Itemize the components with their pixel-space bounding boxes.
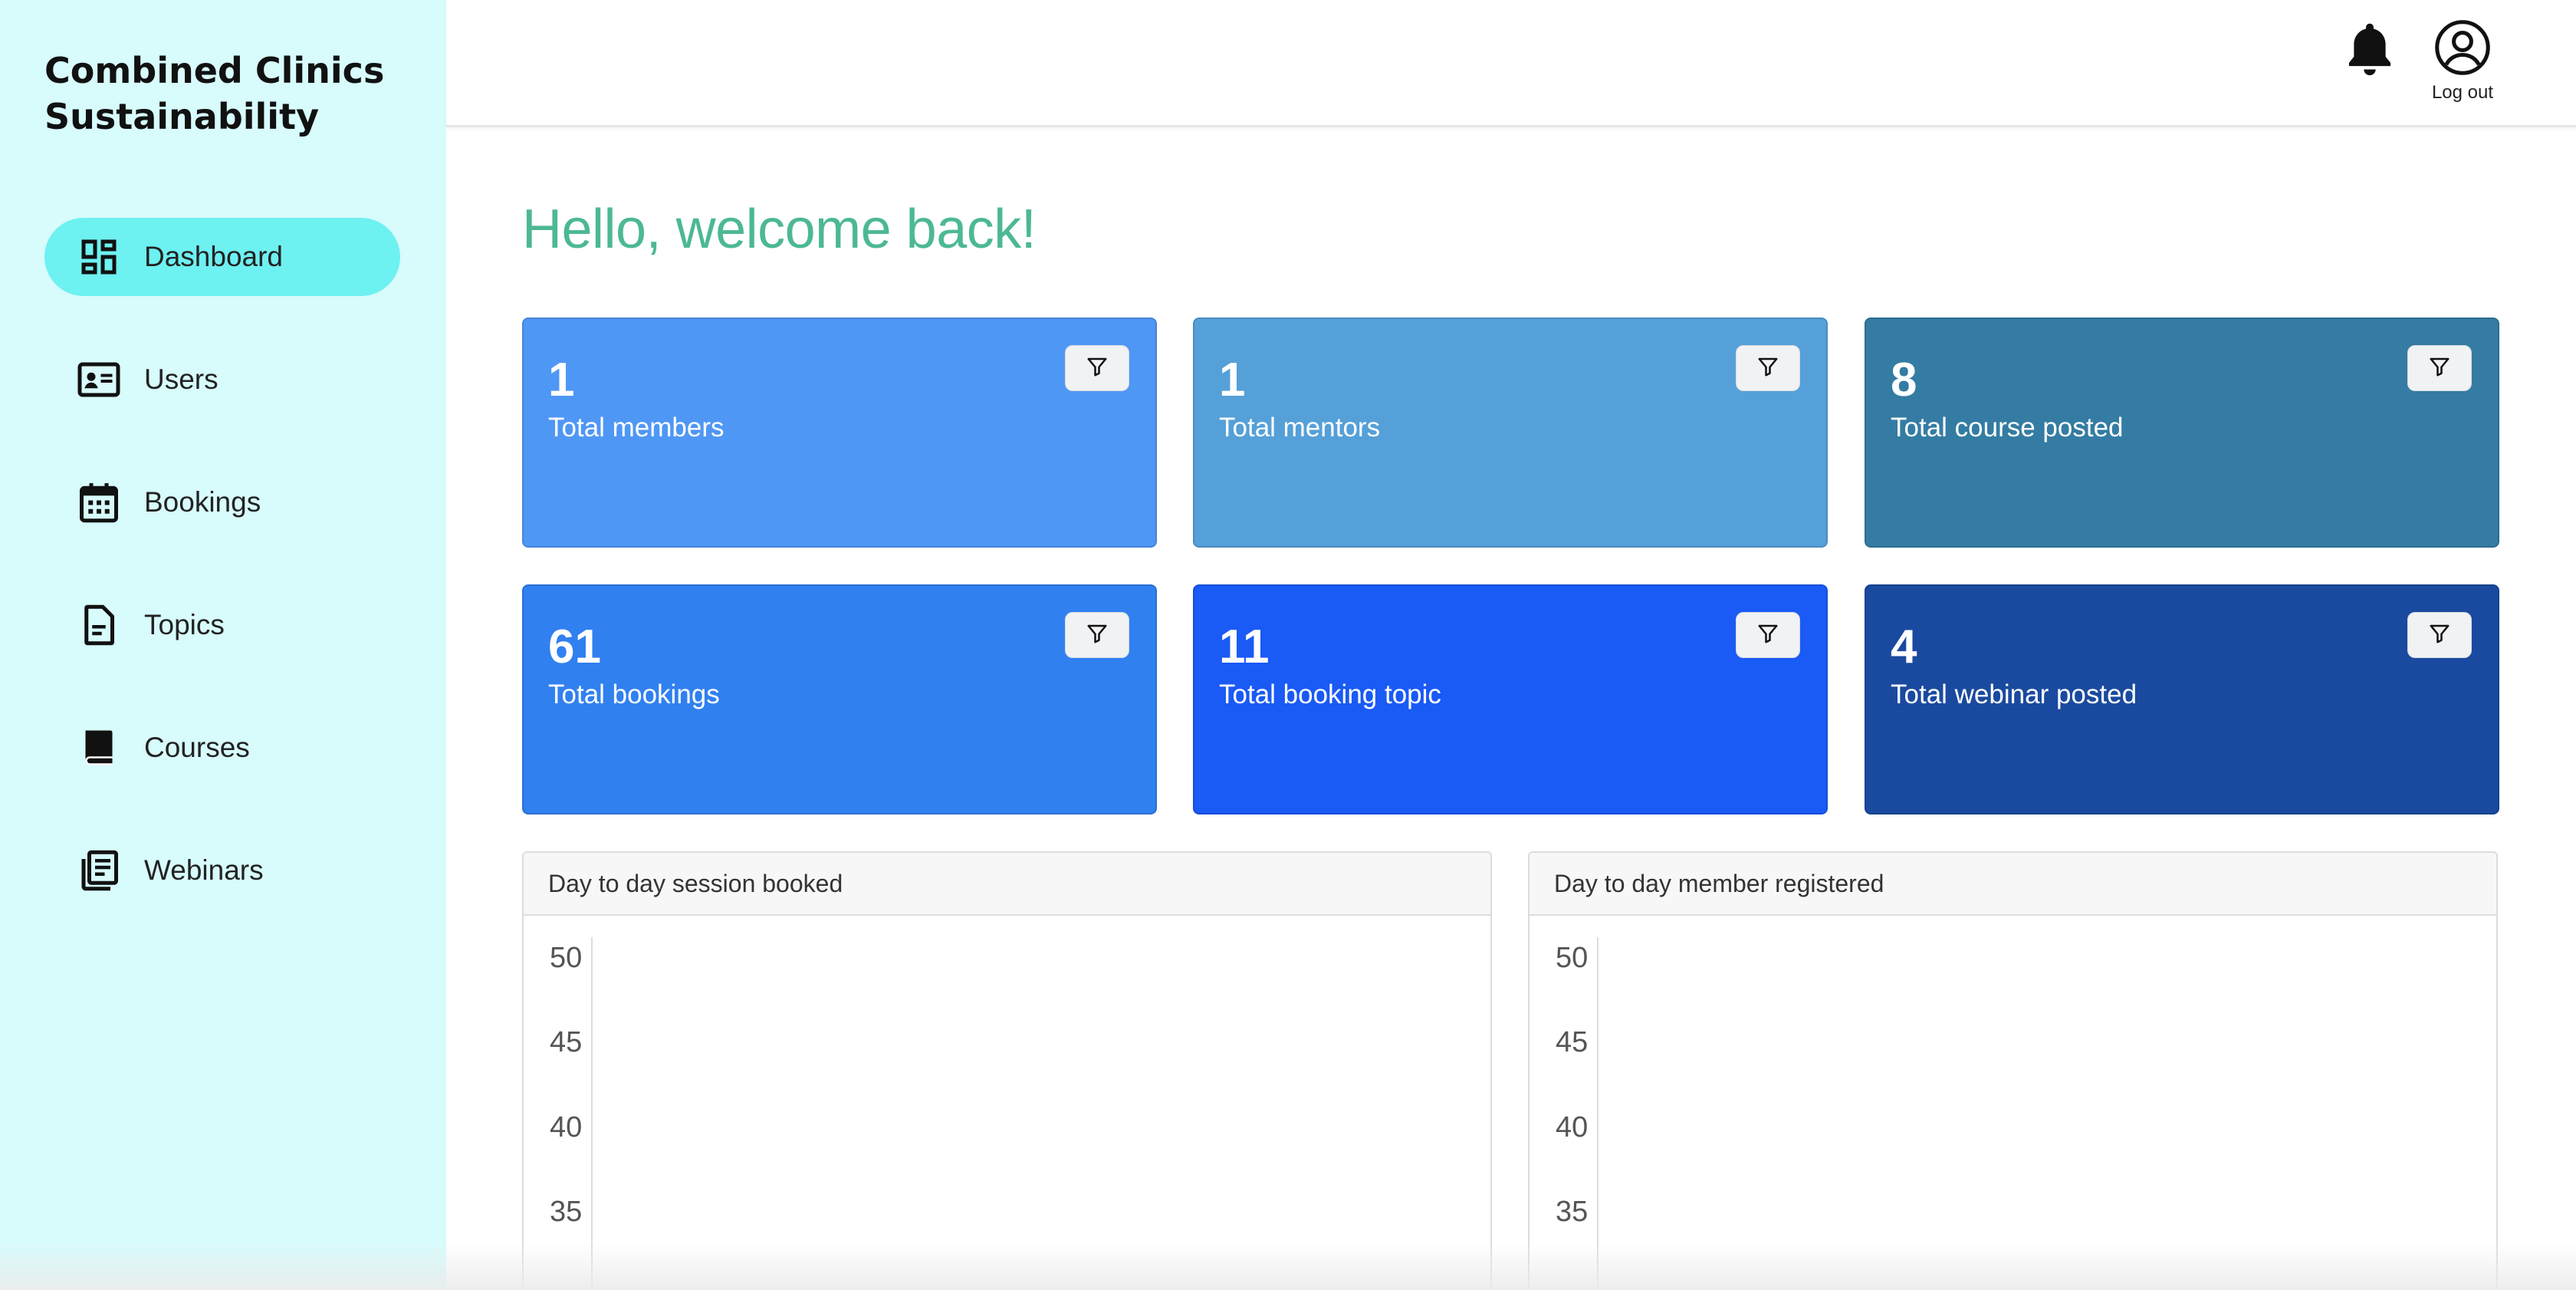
stat-card-total-webinar-posted: 4 Total webinar posted <box>1865 584 2499 814</box>
filter-icon <box>1086 622 1109 649</box>
sidebar-item-users[interactable]: Users <box>44 341 400 419</box>
sidebar-item-courses[interactable]: Courses <box>44 709 400 787</box>
stat-label: Total bookings <box>548 680 720 709</box>
chart-sessions-booked: Day to day session booked 50 45 40 35 <box>522 851 1492 1290</box>
sidebar-item-label: Topics <box>144 609 225 640</box>
stat-label: Total webinar posted <box>1891 680 2137 709</box>
y-tick-label: 50 <box>1556 942 1589 974</box>
logout-button[interactable]: Log out <box>2420 18 2505 104</box>
document-icon <box>75 601 123 649</box>
filter-icon <box>1756 622 1779 649</box>
stat-card-total-booking-topic: 11 Total booking topic <box>1193 584 1828 814</box>
top-bar: Log out <box>446 0 2576 127</box>
y-axis <box>591 937 593 1290</box>
stat-card-total-members: 1 Total members <box>522 318 1157 548</box>
stat-card-total-course-posted: 8 Total course posted <box>1865 318 2499 548</box>
filter-icon <box>2428 622 2451 649</box>
brand-title: Combined Clinics Sustainability <box>44 50 385 137</box>
chart-title: Day to day session booked <box>524 853 1490 916</box>
bell-icon[interactable] <box>2341 18 2398 80</box>
book-icon <box>75 724 123 772</box>
stat-label: Total booking topic <box>1219 680 1441 709</box>
y-tick-label: 35 <box>550 1196 583 1228</box>
app-root: Combined Clinics Sustainability Dashboar… <box>0 0 2576 1290</box>
calendar-icon <box>75 479 123 526</box>
chart-plot-area: 50 45 40 35 <box>524 916 1490 1290</box>
user-circle-icon <box>2433 20 2492 80</box>
sidebar-item-label: Dashboard <box>144 241 284 272</box>
sidebar-nav: Dashboard Users Bookings Topics Courses … <box>44 218 400 954</box>
id-card-icon <box>75 356 123 403</box>
stat-label: Total mentors <box>1219 413 1381 443</box>
sidebar: Combined Clinics Sustainability Dashboar… <box>0 0 446 1290</box>
filter-button[interactable] <box>2407 612 2472 658</box>
y-axis <box>1597 937 1598 1290</box>
stat-label: Total members <box>548 413 724 443</box>
stat-label: Total course posted <box>1891 413 2124 443</box>
filter-icon <box>2428 355 2451 382</box>
sidebar-item-label: Courses <box>144 732 250 763</box>
sidebar-item-bookings[interactable]: Bookings <box>44 463 400 541</box>
stat-card-total-bookings: 61 Total bookings <box>522 584 1157 814</box>
y-tick-label: 45 <box>1556 1026 1589 1058</box>
chart-title: Day to day member registered <box>1530 853 2496 916</box>
sidebar-item-topics[interactable]: Topics <box>44 586 400 664</box>
stat-card-total-mentors: 1 Total mentors <box>1193 318 1828 548</box>
filter-button[interactable] <box>1736 612 1800 658</box>
filter-button[interactable] <box>1065 612 1129 658</box>
sidebar-item-webinars[interactable]: Webinars <box>44 831 400 910</box>
filter-icon <box>1086 355 1109 382</box>
filter-button[interactable] <box>1736 345 1800 391</box>
y-tick-label: 35 <box>1556 1196 1589 1228</box>
chart-members-registered: Day to day member registered 50 45 40 35 <box>1528 851 2498 1290</box>
page-title: Hello, welcome back! <box>522 199 1037 260</box>
filter-button[interactable] <box>2407 345 2472 391</box>
y-tick-label: 45 <box>550 1026 583 1058</box>
y-tick-label: 50 <box>550 942 583 974</box>
sidebar-item-dashboard[interactable]: Dashboard <box>44 218 400 296</box>
filter-icon <box>1756 355 1779 382</box>
y-tick-label: 40 <box>1556 1111 1589 1144</box>
filter-button[interactable] <box>1065 345 1129 391</box>
chart-plot-area: 50 45 40 35 <box>1530 916 2496 1290</box>
dashboard-icon <box>75 233 123 281</box>
logout-label: Log out <box>2431 82 2494 103</box>
sidebar-item-label: Users <box>144 364 219 395</box>
sidebar-item-label: Webinars <box>144 854 264 886</box>
y-tick-label: 40 <box>550 1111 583 1144</box>
newspaper-icon <box>75 847 123 894</box>
sidebar-item-label: Bookings <box>144 486 261 518</box>
